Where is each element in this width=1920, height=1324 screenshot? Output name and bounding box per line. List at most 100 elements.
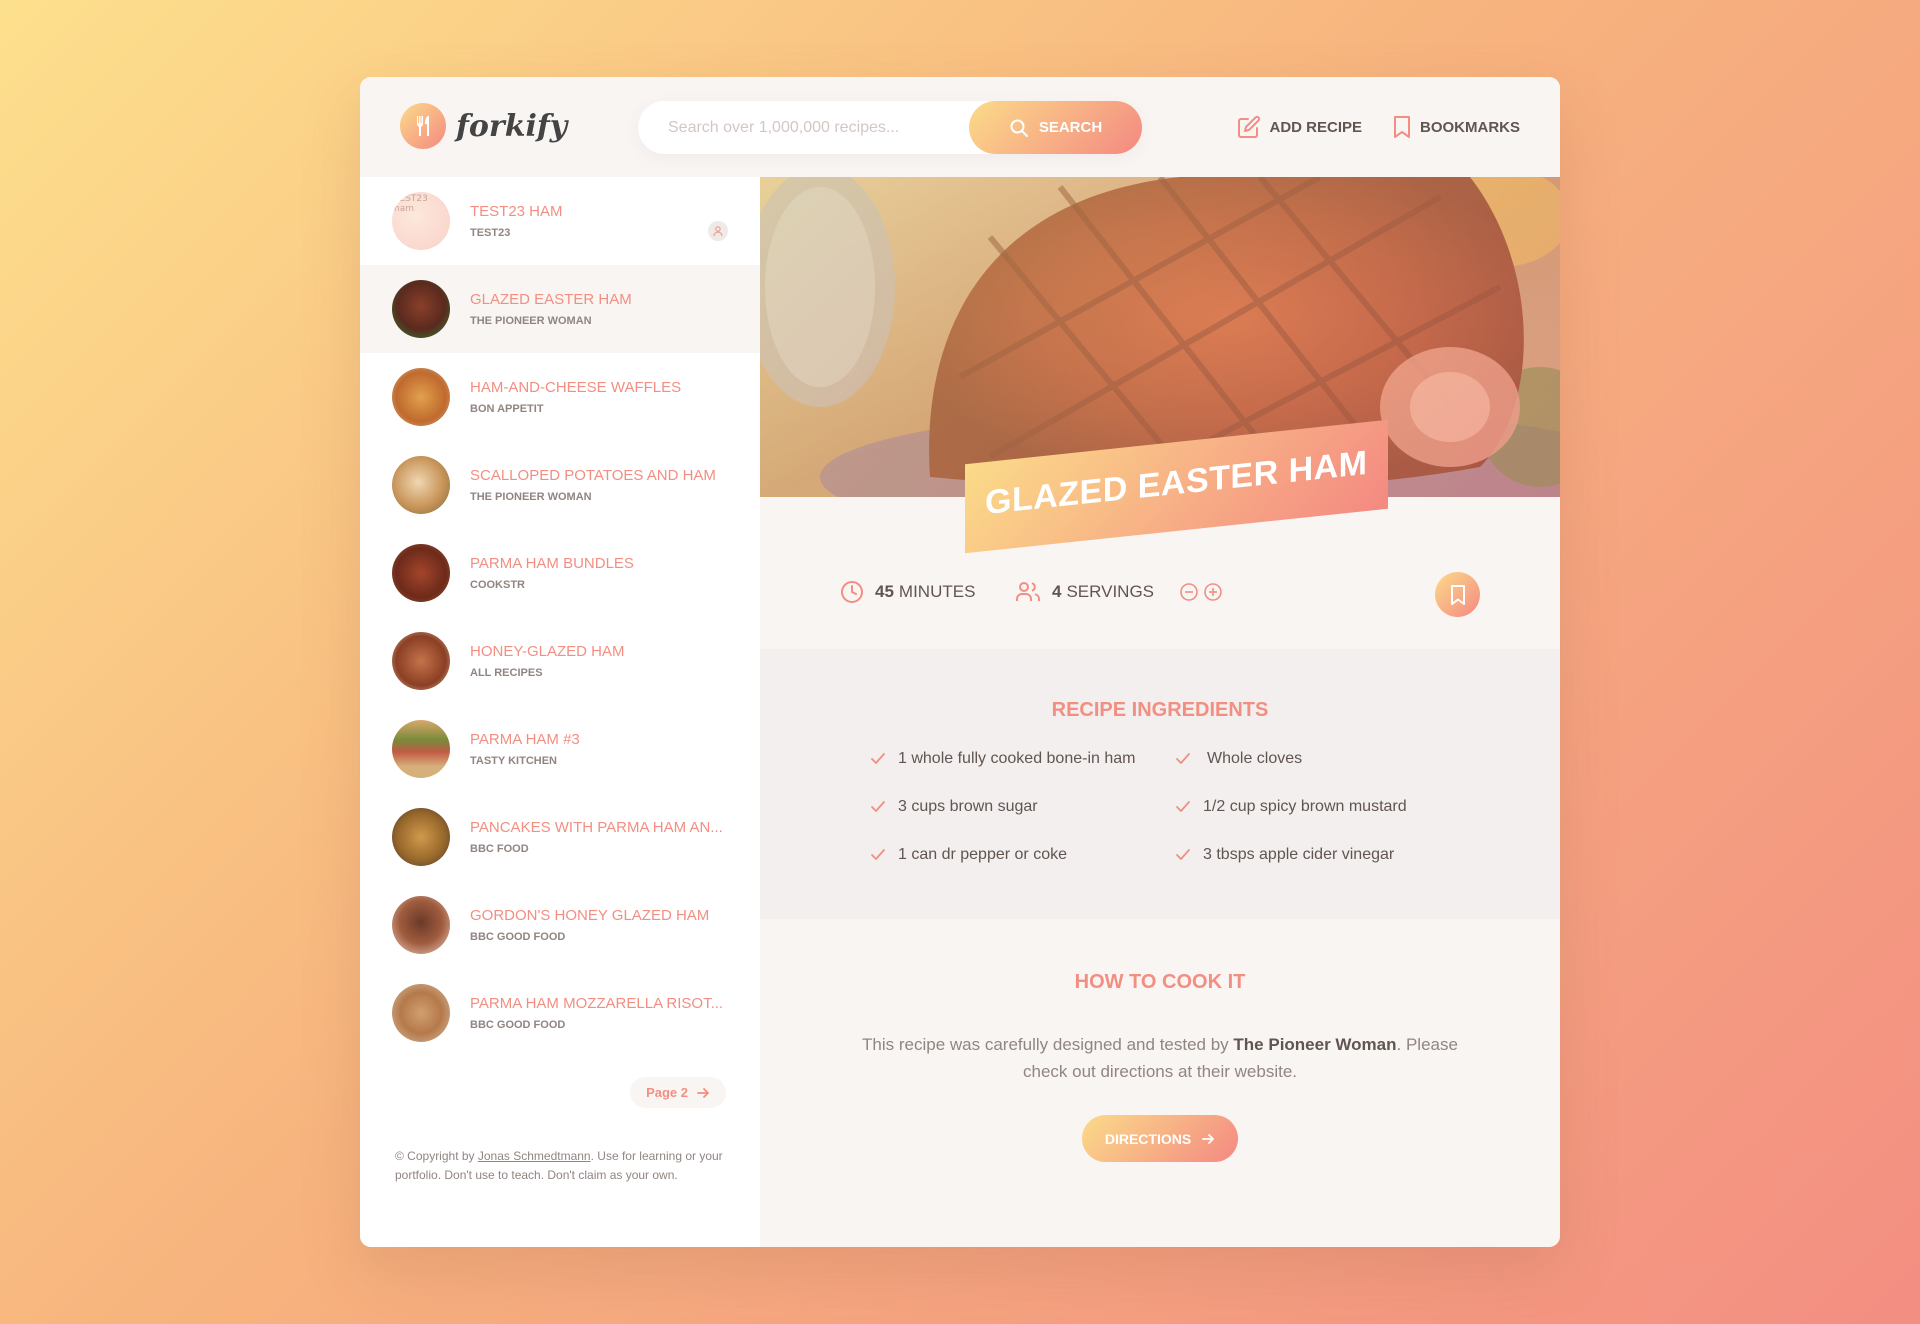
result-item[interactable]: TEST23 ham TEST23 HAM TEST23 (360, 177, 760, 265)
check-icon (1176, 801, 1190, 812)
result-publisher: BBC GOOD FOOD (470, 931, 566, 943)
result-thumbnail (392, 456, 450, 514)
result-title: HONEY-GLAZED HAM (470, 643, 625, 660)
users-icon (1016, 582, 1040, 601)
result-item[interactable]: SCALLOPED POTATOES AND HAM THE PIONEER W… (360, 441, 760, 529)
result-item[interactable]: PARMA HAM MOZZARELLA RISOT... BBC GOOD F… (360, 969, 760, 1057)
increase-servings-button[interactable] (1203, 582, 1223, 602)
directions-prefix: This recipe was carefully designed and t… (862, 1035, 1234, 1054)
result-publisher: BBC GOOD FOOD (470, 1019, 566, 1031)
servings-controls (1179, 582, 1223, 602)
result-publisher: COOKSTR (470, 579, 525, 591)
ingredient-item: 1 can dr pepper or coke (870, 843, 1175, 867)
ingredient-list: 1 whole fully cooked bone-in ham Whole c… (870, 747, 1470, 867)
ingredient-item: 3 cups brown sugar (870, 795, 1175, 819)
result-thumbnail (392, 632, 450, 690)
bookmark-icon (1394, 116, 1410, 138)
search-icon (1010, 119, 1028, 137)
result-title: HAM-AND-CHEESE WAFFLES (470, 379, 682, 396)
top-nav: Add recipe Bookmarks (1237, 77, 1520, 177)
result-publisher: ALL RECIPES (470, 667, 543, 679)
result-publisher: TASTY KITCHEN (470, 755, 557, 767)
header: forkify Search Add recipe (360, 77, 1560, 177)
result-thumbnail (392, 544, 450, 602)
user-generated-icon (708, 221, 728, 241)
result-publisher: THE PIONEER WOMAN (470, 315, 592, 327)
result-thumbnail (392, 368, 450, 426)
result-publisher: THE PIONEER WOMAN (470, 491, 592, 503)
add-recipe-button[interactable]: Add recipe (1237, 115, 1362, 139)
result-item[interactable]: PANCAKES WITH PARMA HAM AN... BBC FOOD (360, 793, 760, 881)
recipe-view: GLAZED EASTER HAM 45 MINUTES 4 SERVINGS … (760, 177, 1560, 1247)
result-publisher: TEST23 (470, 227, 511, 239)
check-icon (1176, 849, 1190, 860)
next-page-button[interactable]: Page 2 (630, 1077, 726, 1108)
edit-icon (1238, 115, 1261, 138)
add-recipe-label: Add recipe (1269, 118, 1362, 136)
check-icon (871, 849, 885, 860)
search-button[interactable]: Search (969, 101, 1142, 154)
result-thumbnail (392, 280, 450, 338)
ingredient-item: 3 tbsps apple cider vinegar (1175, 843, 1470, 867)
ingredient-text: Whole cloves (1207, 750, 1303, 767)
result-thumbnail: TEST23 ham (392, 192, 450, 250)
directions-button-label: Directions (1104, 1130, 1192, 1147)
author-link[interactable]: Jonas Schmedtmann (478, 1149, 591, 1163)
plus-circle-icon (1204, 583, 1222, 601)
ingredient-item: 1/2 cup spicy brown mustard (1175, 795, 1470, 819)
minus-circle-icon (1180, 583, 1198, 601)
search-button-label: Search (1038, 119, 1103, 136)
logo[interactable]: forkify (400, 103, 567, 149)
recipe-details: 45 MINUTES 4 SERVINGS (760, 497, 1560, 649)
bookmark-recipe-button[interactable] (1435, 572, 1480, 617)
ingredient-text: 1/2 cup spicy brown mustard (1203, 798, 1407, 815)
ingredient-text: 3 cups brown sugar (898, 798, 1038, 815)
decrease-servings-button[interactable] (1179, 582, 1199, 602)
search-input[interactable] (638, 101, 958, 154)
result-item[interactable]: PARMA HAM #3 TASTY KITCHEN (360, 705, 760, 793)
ingredient-text: 3 tbsps apple cider vinegar (1203, 846, 1395, 863)
result-thumbnail (392, 808, 450, 866)
directions-button[interactable]: Directions (1082, 1115, 1238, 1162)
image-alt-text: TEST23 ham (394, 194, 428, 214)
next-page-label: Page 2 (646, 1085, 688, 1100)
fork-knife-icon (400, 103, 446, 149)
clock-icon (841, 581, 863, 603)
copyright: © Copyright by Jonas Schmedtmann. Use fo… (395, 1147, 735, 1185)
check-icon (871, 753, 885, 764)
result-item[interactable]: HONEY-GLAZED HAM ALL RECIPES (360, 617, 760, 705)
result-title: SCALLOPED POTATOES AND HAM (470, 467, 716, 484)
directions-heading: HOW TO COOK IT (1074, 971, 1246, 993)
arrow-right-icon (1202, 1133, 1215, 1144)
result-item[interactable]: PARMA HAM BUNDLES COOKSTR (360, 529, 760, 617)
result-item[interactable]: HAM-AND-CHEESE WAFFLES BON APPETIT (360, 353, 760, 441)
recipe-directions: HOW TO COOK IT This recipe was carefully… (760, 919, 1560, 1247)
search-form: Search (638, 101, 1142, 154)
brand-name: forkify (456, 108, 568, 144)
result-title: PARMA HAM MOZZARELLA RISOT... (470, 995, 724, 1012)
search-results: TEST23 ham TEST23 HAM TEST23 GLAZED EAST… (360, 177, 760, 1247)
result-thumbnail (392, 720, 450, 778)
copyright-prefix: © Copyright by (395, 1149, 478, 1163)
check-icon (871, 801, 885, 812)
result-title: PARMA HAM BUNDLES (470, 555, 634, 572)
ingredient-item: 1 whole fully cooked bone-in ham (870, 747, 1175, 771)
ingredient-item: Whole cloves (1175, 747, 1470, 771)
directions-text: This recipe was carefully designed and t… (860, 1031, 1460, 1085)
bookmarks-button[interactable]: Bookmarks (1392, 115, 1520, 139)
bookmarks-label: Bookmarks (1420, 118, 1520, 136)
pagination: Page 2 (630, 1077, 726, 1108)
directions-publisher: The Pioneer Woman (1233, 1035, 1397, 1054)
result-title: PANCAKES WITH PARMA HAM AN... (470, 819, 723, 836)
result-publisher: BBC FOOD (470, 843, 529, 855)
check-icon (1176, 753, 1190, 764)
cooking-time-unit: MINUTES (898, 582, 976, 601)
result-thumbnail (392, 896, 450, 954)
recipe-ingredients: RECIPE INGREDIENTS 1 whole fully cooked … (760, 649, 1560, 919)
cooking-time-value: 45 (875, 582, 894, 601)
result-item[interactable]: GLAZED EASTER HAM THE PIONEER WOMAN (360, 265, 760, 353)
ingredient-text: 1 whole fully cooked bone-in ham (898, 750, 1136, 767)
result-title: GORDON'S HONEY GLAZED HAM (470, 907, 710, 924)
result-item[interactable]: GORDON'S HONEY GLAZED HAM BBC GOOD FOOD (360, 881, 760, 969)
result-publisher: BON APPETIT (470, 403, 544, 415)
